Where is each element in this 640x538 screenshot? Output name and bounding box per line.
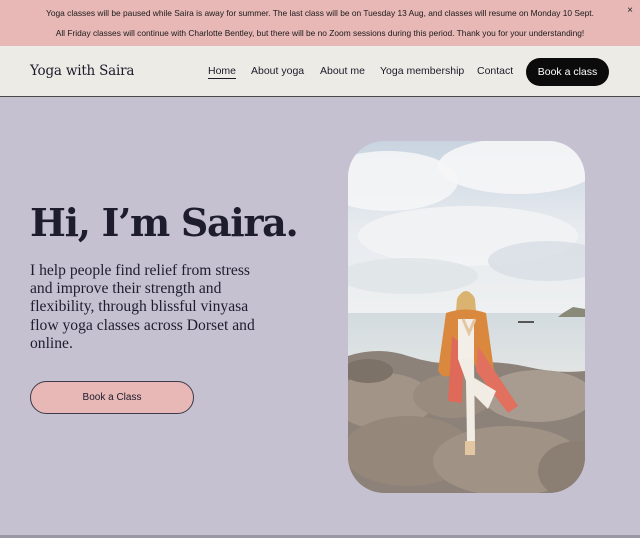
close-icon[interactable]: ×	[627, 6, 633, 16]
nav-about-me[interactable]: About me	[320, 65, 365, 77]
nav-contact[interactable]: Contact	[477, 65, 513, 77]
announcement-bar: Yoga classes will be paused while Saira …	[0, 0, 640, 46]
hero-title: Hi, I’m Saira.	[30, 200, 299, 245]
book-a-class-hero-button[interactable]: Book a Class	[30, 381, 194, 414]
announcement-line-2: All Friday classes will continue with Ch…	[55, 28, 585, 38]
nav-about-yoga[interactable]: About yoga	[251, 65, 304, 77]
hero-photo	[348, 141, 585, 493]
book-a-class-header-button[interactable]: Book a class	[526, 58, 609, 86]
site-logo[interactable]: Yoga with Saira	[30, 63, 134, 79]
announcement-line-1: Yoga classes will be paused while Saira …	[46, 8, 594, 18]
nav-yoga-membership[interactable]: Yoga membership	[380, 65, 464, 77]
hero-description: I help people find relief from stress an…	[30, 262, 255, 352]
photo-illustration	[348, 141, 585, 493]
site-header: Yoga with Saira Home About yoga About me…	[0, 46, 640, 97]
nav-home[interactable]: Home	[208, 65, 237, 79]
